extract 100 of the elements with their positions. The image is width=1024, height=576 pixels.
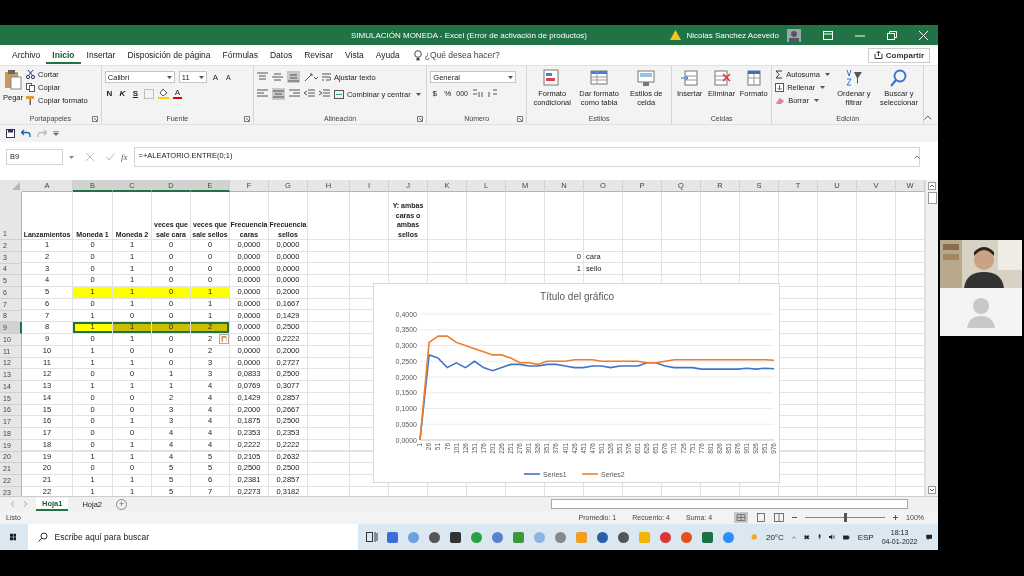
- font-color-button[interactable]: A: [172, 88, 182, 99]
- grow-font-button[interactable]: A: [210, 72, 220, 82]
- delete-row-icon: [712, 69, 731, 87]
- zoom-in-icon[interactable]: [893, 515, 899, 520]
- caret-icon: [824, 73, 830, 76]
- avatar-icon[interactable]: [787, 28, 801, 42]
- normal-view-icon[interactable]: [734, 512, 749, 523]
- close-icon[interactable]: [919, 30, 928, 40]
- merge-cells-icon: [333, 89, 344, 99]
- copy-icon: [26, 83, 35, 92]
- menu-tab[interactable]: Archivo: [6, 46, 47, 64]
- caret-icon: [820, 86, 826, 89]
- percent-button[interactable]: %: [443, 88, 453, 98]
- collapse-icon[interactable]: [914, 155, 920, 159]
- weather-temperature[interactable]: 20°C: [765, 532, 784, 542]
- page-break-icon[interactable]: [774, 513, 785, 522]
- menu-tab[interactable]: Fórmulas: [216, 46, 264, 64]
- scroll-up-icon[interactable]: [928, 182, 936, 190]
- align-top-icon[interactable]: [256, 72, 268, 82]
- increase-decimal-icon[interactable]: [472, 88, 483, 98]
- insert-function-button[interactable]: fx: [121, 152, 128, 162]
- sort-filter-icon: [844, 69, 863, 87]
- menu-tab[interactable]: Vista: [339, 46, 370, 64]
- save-icon[interactable]: [6, 129, 15, 138]
- caret-icon: [814, 99, 819, 102]
- underline-button[interactable]: S: [130, 89, 140, 98]
- wrap-text-icon: [321, 72, 331, 82]
- undo-icon[interactable]: [21, 129, 31, 138]
- menu-tab[interactable]: Revisar: [298, 46, 339, 64]
- microphone-icon[interactable]: [817, 532, 821, 542]
- fill-color-icon[interactable]: [157, 88, 169, 99]
- menu-tab[interactable]: Insertar: [80, 46, 122, 64]
- menu-tab[interactable]: Inicio: [46, 46, 81, 64]
- sheet-format-icon: [744, 69, 763, 87]
- decrease-decimal-icon[interactable]: [487, 88, 498, 98]
- table-icon: [590, 69, 609, 87]
- window-title: SIMULACIÓN MONEDA - Excel (Error de activación de productos): [350, 31, 588, 40]
- menu-tab[interactable]: Datos: [264, 46, 299, 64]
- share-icon: [873, 51, 883, 59]
- ribbon-options-icon[interactable]: [823, 30, 833, 40]
- customize-toolbar-icon[interactable]: [53, 131, 59, 136]
- sigma-icon: [775, 70, 784, 79]
- zoom-out-icon[interactable]: [792, 515, 798, 520]
- app-icon[interactable]: [617, 530, 631, 544]
- language-indicator[interactable]: ESP: [857, 532, 874, 542]
- align-right-icon[interactable]: [288, 89, 300, 99]
- app-icon[interactable]: [449, 530, 463, 544]
- decrease-indent-icon[interactable]: [303, 89, 315, 99]
- caret-icon: [166, 75, 172, 79]
- dialog-launcher-icon[interactable]: [417, 116, 424, 122]
- speaker-icon[interactable]: [828, 532, 836, 542]
- caret-icon: [508, 75, 514, 79]
- search-icon: [38, 532, 49, 542]
- menu-tab[interactable]: Disposición de página: [121, 46, 217, 64]
- caret-icon: [198, 75, 204, 79]
- caret-icon: [415, 92, 421, 96]
- insert-row-icon: [680, 69, 699, 87]
- paste-options-icon[interactable]: [219, 334, 229, 344]
- menu-tab[interactable]: Ayuda: [369, 46, 406, 64]
- dialog-launcher-icon[interactable]: [517, 116, 524, 122]
- warning-icon: [669, 30, 681, 40]
- paintbrush-icon: [26, 96, 35, 105]
- align-center-icon[interactable]: [271, 88, 285, 100]
- bold-button[interactable]: N: [104, 89, 114, 98]
- align-left-icon[interactable]: [256, 89, 268, 99]
- page-layout-icon[interactable]: [756, 513, 767, 522]
- search-field[interactable]: ¿Qué desea hacer?: [424, 50, 525, 60]
- italic-button[interactable]: K: [117, 89, 127, 98]
- avatar-icon: [940, 288, 1022, 336]
- scissors-icon: [26, 70, 35, 79]
- orientation-icon[interactable]: [303, 72, 318, 82]
- restore-icon[interactable]: [887, 30, 897, 40]
- horizontal-scrollbar[interactable]: [551, 499, 908, 509]
- zoom-slider[interactable]: [843, 513, 847, 522]
- clipboard-icon: [3, 69, 23, 91]
- cell-styles-icon: [637, 69, 656, 87]
- line-chart[interactable]: [373, 283, 780, 483]
- taskbar-search-field[interactable]: Escribe aquí para buscar: [28, 524, 359, 550]
- collapse-ribbon-icon[interactable]: [924, 115, 932, 120]
- app-icon[interactable]: [428, 530, 442, 544]
- task-view-icon[interactable]: [366, 531, 379, 543]
- chart-title: Título del gráfico: [540, 291, 614, 302]
- caret-icon[interactable]: [69, 155, 74, 159]
- app-icon[interactable]: [701, 530, 715, 544]
- colored-bars-icon: [543, 69, 562, 87]
- windows-start-icon[interactable]: [10, 531, 17, 543]
- dialog-launcher-icon[interactable]: [243, 116, 250, 122]
- battery-icon[interactable]: [843, 533, 850, 541]
- align-bottom-icon[interactable]: [286, 71, 300, 83]
- app-icon[interactable]: [596, 530, 610, 544]
- increase-indent-icon[interactable]: [318, 89, 330, 99]
- currency-button[interactable]: $: [430, 88, 440, 98]
- dialog-launcher-icon[interactable]: [91, 116, 98, 122]
- user-name: Nicolas Sanchez Acevedo: [686, 30, 779, 40]
- scroll-down-icon[interactable]: [928, 486, 936, 494]
- eraser-icon: [775, 96, 786, 105]
- share-button[interactable]: Compartir: [867, 47, 930, 63]
- scrollbar-thumb[interactable]: [927, 192, 937, 204]
- lightbulb-icon: [413, 49, 422, 61]
- align-middle-icon[interactable]: [271, 72, 283, 82]
